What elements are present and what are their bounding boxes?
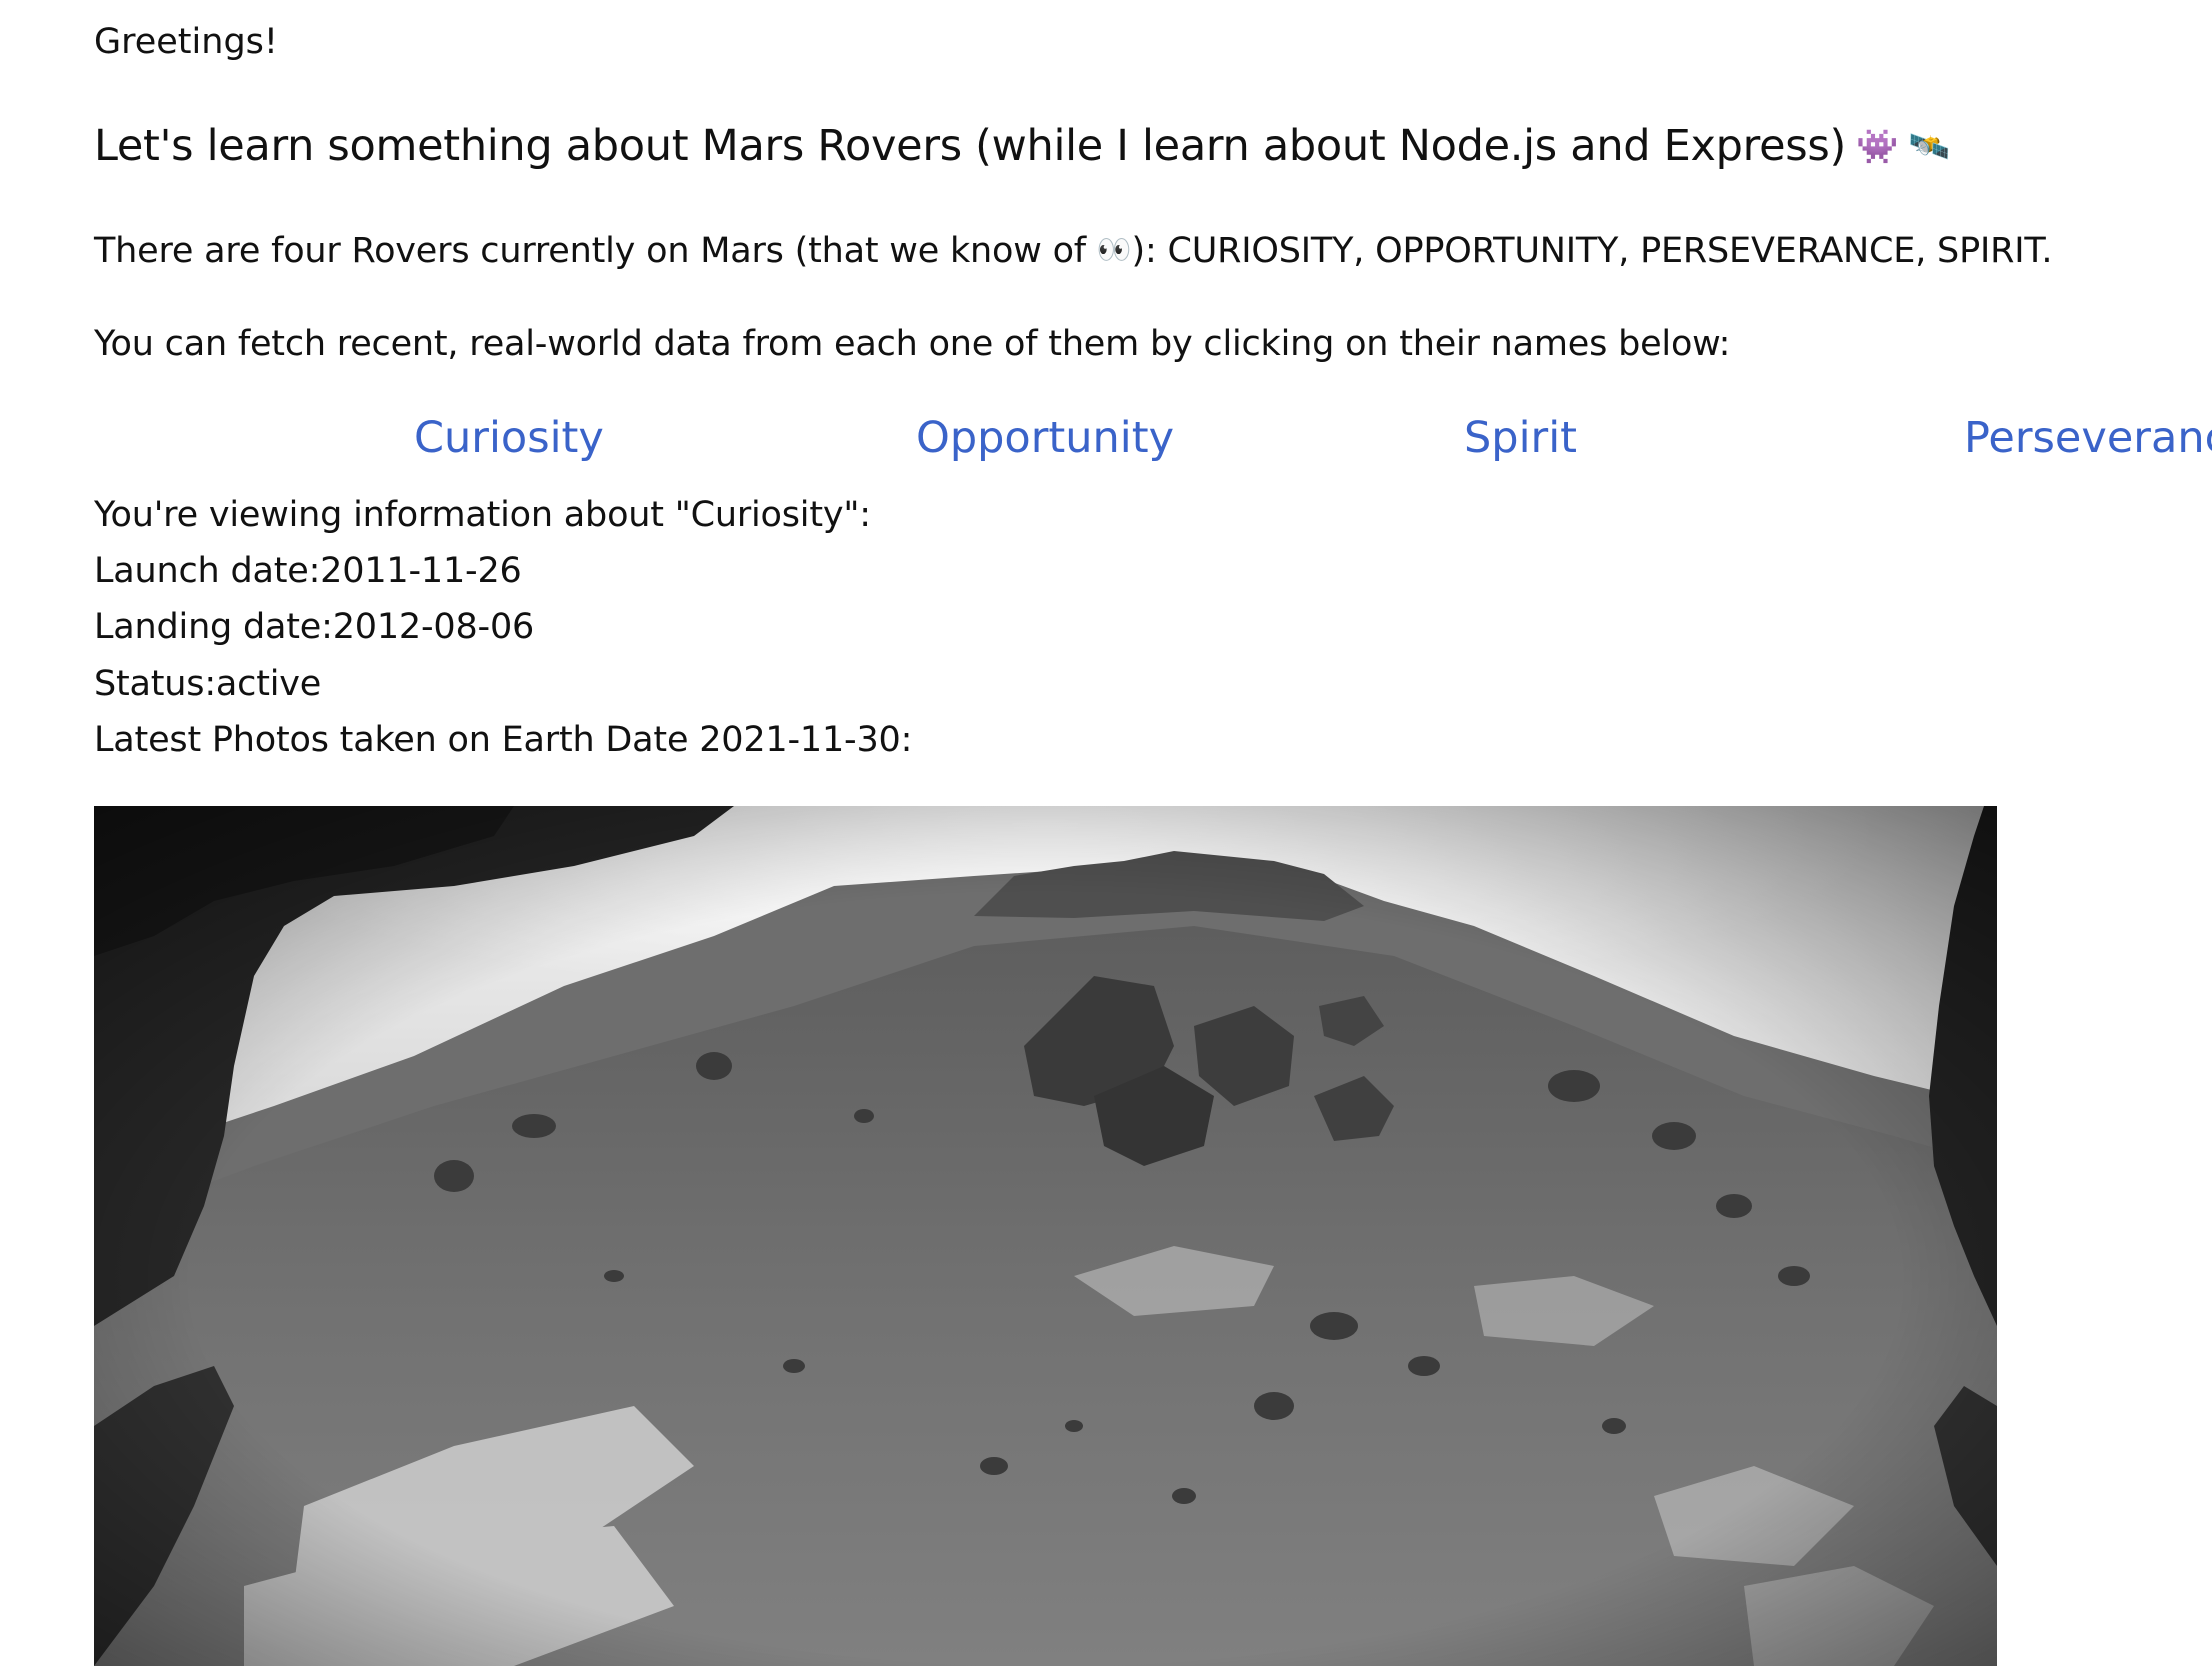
- rovers-paragraph: There are four Rovers currently on Mars …: [94, 226, 2052, 275]
- landing-date: Landing date:2012-08-06: [94, 607, 535, 647]
- rover-link-opportunity[interactable]: Opportunity: [916, 410, 1174, 466]
- fetch-paragraph: You can fetch recent, real-world data fr…: [94, 324, 1731, 364]
- rover-link-perseverance[interactable]: Perseverance: [1964, 410, 2212, 466]
- latest-photos-label: Latest Photos taken on Earth Date 2021-1…: [94, 720, 913, 760]
- rovers-text-before: There are four Rovers currently on Mars …: [94, 231, 1097, 271]
- rover-link-curiosity[interactable]: Curiosity: [414, 410, 604, 466]
- alien-monster-icon: 👾: [1855, 127, 1898, 167]
- rover-link-spirit[interactable]: Spirit: [1464, 410, 1577, 466]
- page-title-text: Let's learn something about Mars Rovers …: [94, 121, 1846, 171]
- mars-rover-photo: [94, 806, 1997, 1666]
- greeting-text: Greetings!: [94, 22, 278, 62]
- page-title: Let's learn something about Mars Rovers …: [94, 118, 1950, 175]
- rover-status: Status:active: [94, 664, 322, 704]
- rovers-text-after: ): CURIOSITY, OPPORTUNITY, PERSEVERANCE,…: [1131, 231, 2053, 271]
- launch-date: Launch date:2011-11-26: [94, 551, 522, 591]
- satellite-icon: 🛰️: [1907, 127, 1951, 167]
- eyes-icon: 👀: [1096, 233, 1132, 266]
- viewing-info: You're viewing information about "Curios…: [94, 495, 871, 535]
